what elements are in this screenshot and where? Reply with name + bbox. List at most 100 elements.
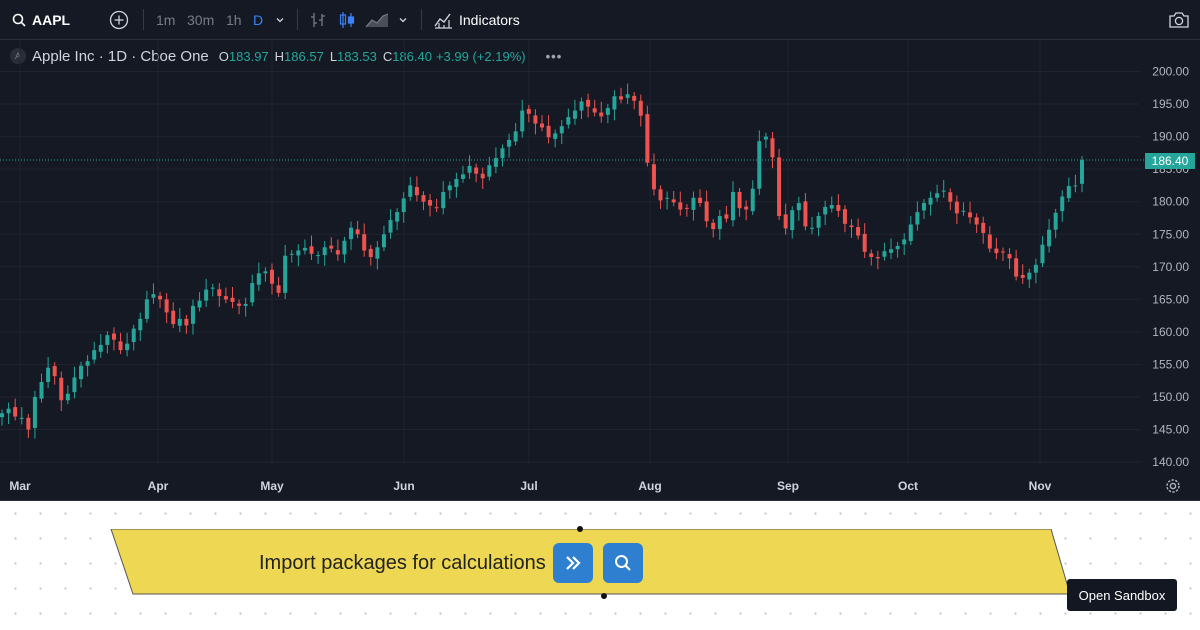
candle — [586, 93, 591, 118]
candle — [842, 205, 847, 233]
chart-type-dropdown[interactable] — [398, 0, 408, 39]
candle — [487, 156, 492, 181]
x-tick-label: Sep — [777, 479, 799, 493]
candle — [316, 251, 321, 264]
candle — [803, 192, 808, 231]
candle — [948, 188, 953, 211]
candle — [559, 119, 564, 145]
y-tick-label: 150.00 — [1152, 390, 1189, 404]
y-tick-label: 170.00 — [1152, 260, 1189, 274]
candle — [500, 144, 505, 167]
candle — [223, 287, 228, 304]
candle — [717, 209, 722, 240]
candle — [111, 327, 116, 351]
chevron-down-icon — [276, 17, 284, 22]
candle — [454, 172, 459, 198]
candle — [118, 332, 123, 355]
candle — [59, 371, 64, 411]
candle — [823, 200, 828, 226]
banner-text: Import packages for calculations — [259, 551, 546, 574]
chart-settings-button[interactable] — [1164, 477, 1182, 500]
candle — [599, 101, 604, 123]
candle — [961, 202, 966, 216]
candle — [243, 297, 248, 317]
y-tick-label: 180.00 — [1152, 195, 1189, 209]
candle — [276, 276, 281, 297]
candle — [605, 104, 610, 124]
expand-button[interactable] — [553, 543, 593, 583]
candle — [928, 191, 933, 216]
toolbar-divider — [143, 9, 144, 30]
candle — [816, 212, 821, 237]
double-chevron-right-icon — [566, 556, 581, 570]
candle — [368, 244, 373, 266]
candle — [724, 205, 729, 223]
candle — [401, 192, 406, 223]
candle — [6, 402, 11, 425]
price-chart[interactable]: 200.00195.00190.00185.00180.00175.00170.… — [0, 40, 1200, 500]
candles-style-button[interactable] — [338, 0, 356, 39]
timeframe-1m[interactable]: 1m — [156, 0, 175, 39]
area-style-button[interactable] — [365, 0, 389, 39]
x-tick-label: Nov — [1029, 479, 1052, 493]
x-tick-label: Jul — [520, 479, 537, 493]
candle — [678, 191, 683, 216]
candle — [507, 133, 512, 158]
x-tick-label: May — [260, 479, 284, 493]
timeframe-d[interactable]: D — [253, 0, 263, 39]
candle — [190, 299, 195, 335]
timeframe-30m[interactable]: 30m — [187, 0, 214, 39]
candle — [184, 314, 189, 334]
candle — [1073, 174, 1078, 193]
y-tick-label: 165.00 — [1152, 292, 1189, 306]
candle — [902, 233, 907, 256]
candle — [441, 181, 446, 215]
open-sandbox-button[interactable]: Open Sandbox — [1067, 579, 1177, 611]
candle — [520, 99, 525, 138]
candle — [131, 324, 136, 351]
screenshot-button[interactable] — [1168, 0, 1190, 39]
candle — [895, 242, 900, 258]
timeframe-1h[interactable]: 1h — [226, 0, 242, 39]
timeframe-dropdown[interactable] — [275, 0, 285, 39]
candle — [26, 413, 31, 439]
candle — [375, 241, 380, 270]
candle — [349, 221, 354, 250]
search-button[interactable] — [603, 543, 643, 583]
y-tick-label: 190.00 — [1152, 130, 1189, 144]
candle — [447, 181, 452, 199]
candle — [540, 115, 544, 132]
chart-widget: AAPL 1m 30m 1h D Indicators A Apple Inc … — [0, 0, 1200, 501]
candle — [230, 286, 235, 309]
toolbar-divider — [297, 9, 298, 30]
candle — [85, 355, 90, 377]
candle — [79, 361, 84, 388]
candle — [151, 283, 156, 304]
candle — [434, 198, 439, 213]
x-tick-label: Aug — [638, 479, 661, 493]
compare-add-button[interactable] — [109, 0, 129, 39]
candle — [533, 109, 538, 135]
indicators-icon — [434, 13, 452, 29]
y-tick-label: 195.00 — [1152, 97, 1189, 111]
candle — [908, 216, 913, 245]
connector-handle-top[interactable] — [577, 526, 583, 532]
candle — [651, 153, 656, 196]
connector-handle-bottom[interactable] — [601, 593, 607, 599]
candle — [632, 92, 637, 110]
search-icon — [12, 13, 26, 27]
candle — [395, 208, 400, 231]
candle — [204, 278, 209, 307]
y-tick-label: 160.00 — [1152, 325, 1189, 339]
chart-toolbar: AAPL 1m 30m 1h D Indicators — [0, 0, 1200, 40]
candle — [362, 223, 367, 257]
indicators-button[interactable]: Indicators — [433, 0, 520, 39]
candle — [698, 189, 703, 207]
candle — [994, 237, 999, 260]
candle — [526, 105, 531, 123]
bars-style-button[interactable] — [309, 0, 327, 39]
candle — [1027, 268, 1032, 288]
symbol-search[interactable]: AAPL — [12, 0, 70, 39]
candle — [981, 216, 986, 244]
candle — [52, 362, 57, 385]
